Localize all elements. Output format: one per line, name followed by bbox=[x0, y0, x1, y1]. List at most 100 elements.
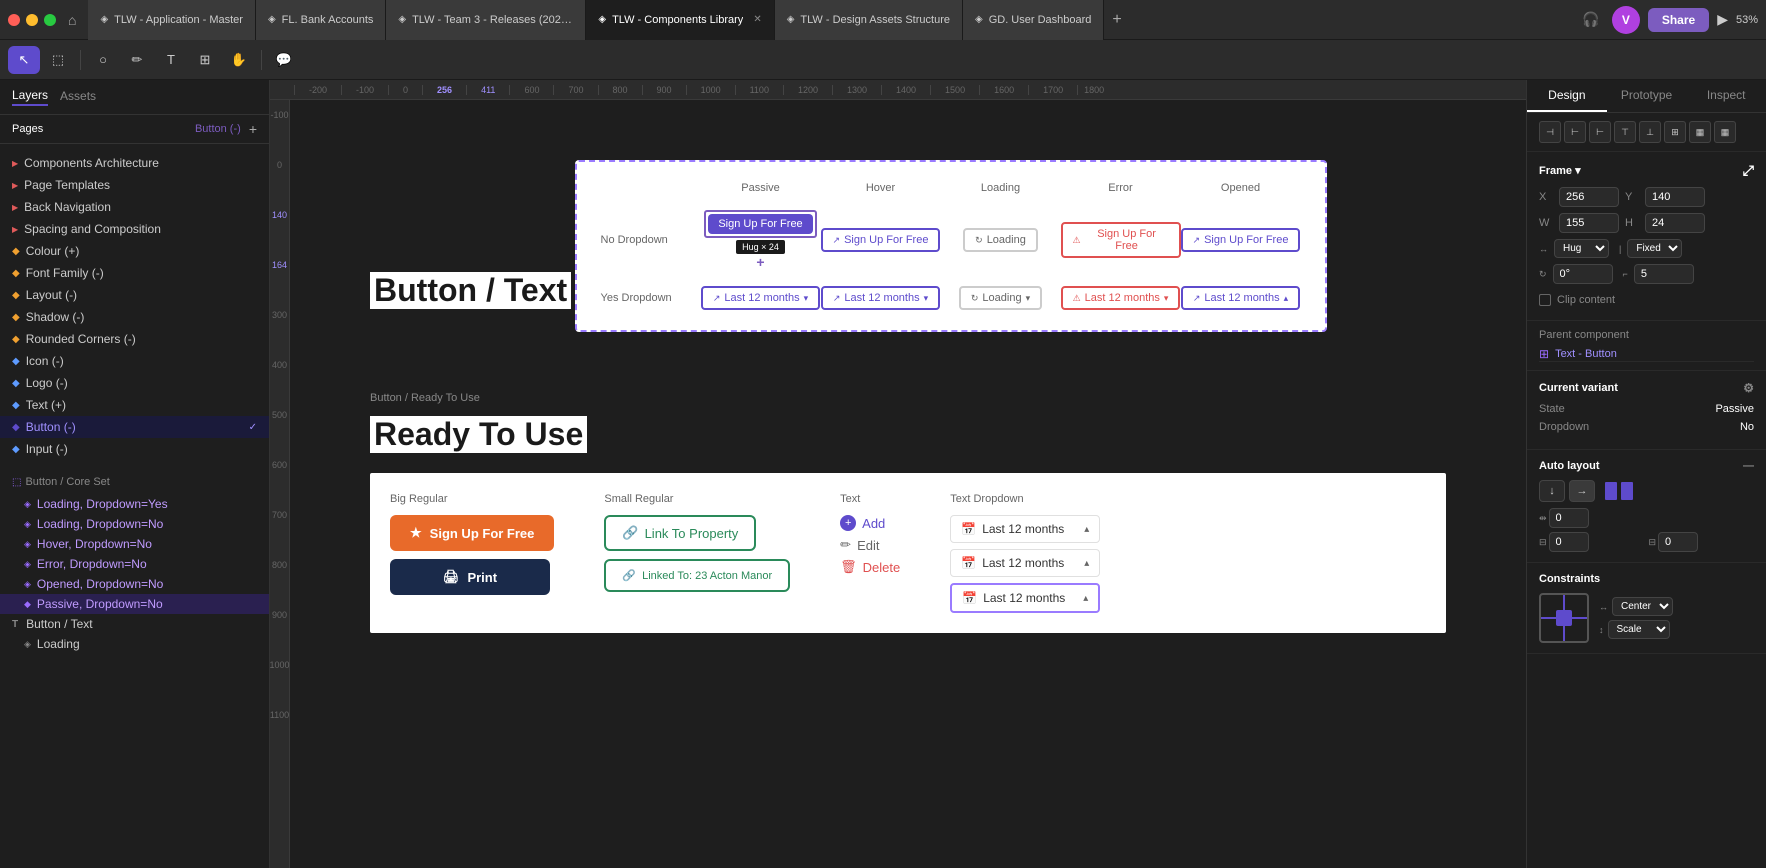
component-tool[interactable]: ⊞ bbox=[189, 46, 221, 74]
page-item-font[interactable]: ◆ Font Family (-) bbox=[0, 262, 269, 284]
corner-input[interactable] bbox=[1634, 264, 1694, 284]
clip-checkbox[interactable] bbox=[1539, 294, 1551, 306]
cell-opened-yes-dropdown[interactable]: ↗ Last 12 months ▴ bbox=[1181, 286, 1301, 310]
al-right-arrow[interactable]: → bbox=[1569, 480, 1595, 502]
page-item-button[interactable]: ◆ Button (-) ✓ bbox=[0, 416, 269, 438]
home-icon[interactable]: ⌂ bbox=[68, 12, 76, 28]
page-item-back-nav[interactable]: ▶ Back Navigation bbox=[0, 196, 269, 218]
shape-tool[interactable]: ○ bbox=[87, 46, 119, 74]
h-constraint-select[interactable]: Center Left Right Scale bbox=[1612, 597, 1673, 616]
opened-button[interactable]: ↗ Sign Up For Free bbox=[1181, 228, 1301, 252]
dropdown-widget-3[interactable]: 📅 Last 12 months ▴ bbox=[950, 583, 1100, 613]
loading-button[interactable]: ↻ Loading bbox=[963, 228, 1038, 252]
frame-tool[interactable]: ⬚ bbox=[42, 46, 74, 74]
comment-tool[interactable]: 💬 bbox=[268, 46, 300, 74]
error-button[interactable]: ⚠ Sign Up For Free bbox=[1061, 222, 1181, 258]
page-item-input[interactable]: ◆ Input (-) bbox=[0, 438, 269, 460]
h-input[interactable] bbox=[1645, 213, 1705, 233]
edit-button[interactable]: ✏ Edit bbox=[840, 537, 879, 553]
align-left-icon[interactable]: ⊣ bbox=[1539, 121, 1561, 143]
design-tab[interactable]: Design bbox=[1527, 80, 1607, 112]
page-item-components-arch[interactable]: ▶ Components Architecture bbox=[0, 152, 269, 174]
user-avatar[interactable]: V bbox=[1612, 6, 1640, 34]
dropdown-opened-button[interactable]: ↗ Last 12 months ▴ bbox=[1181, 286, 1300, 310]
tab-app[interactable]: ◈ TLW - Application - Master bbox=[88, 0, 255, 40]
play-button[interactable]: ▶ bbox=[1717, 11, 1728, 28]
cell-hover-no-dropdown[interactable]: ↗ Sign Up For Free bbox=[821, 228, 941, 252]
minimize-button[interactable] bbox=[26, 14, 38, 26]
al-down-arrow[interactable]: ↓ bbox=[1539, 480, 1565, 502]
cell-loading-yes-dropdown[interactable]: ↻ Loading ▾ bbox=[941, 286, 1061, 310]
gap-input[interactable] bbox=[1549, 508, 1589, 528]
layer-loading[interactable]: ◈ Loading bbox=[0, 634, 269, 654]
dropdown-widget-1[interactable]: 📅 Last 12 months ▴ bbox=[950, 515, 1100, 543]
variant-options-icon[interactable]: ⚙ bbox=[1743, 381, 1754, 395]
page-item-shadow[interactable]: ◆ Shadow (-) bbox=[0, 306, 269, 328]
rotation-input[interactable] bbox=[1553, 264, 1613, 284]
delete-button[interactable]: 🗑 Delete bbox=[840, 559, 900, 575]
text-tool[interactable]: T bbox=[155, 46, 187, 74]
layer-button-text[interactable]: T Button / Text bbox=[0, 614, 269, 634]
cell-opened-no-dropdown[interactable]: ↗ Sign Up For Free bbox=[1181, 228, 1301, 252]
page-item-logo[interactable]: ◆ Logo (-) bbox=[0, 372, 269, 394]
dropdown-passive-button[interactable]: ↗ Last 12 months ▾ bbox=[701, 286, 820, 310]
print-button[interactable]: 🖨 Print bbox=[390, 559, 550, 595]
dropdown-error-button[interactable]: ⚠ Last 12 months ▾ bbox=[1061, 286, 1181, 310]
distribute-v-icon[interactable]: ▦ bbox=[1714, 121, 1736, 143]
align-top-icon[interactable]: ⊤ bbox=[1614, 121, 1636, 143]
align-bottom-icon[interactable]: ⊞ bbox=[1664, 121, 1686, 143]
page-item-colour[interactable]: ◆ Colour (+) bbox=[0, 240, 269, 262]
tab-components[interactable]: ◈ TLW - Components Library ✕ bbox=[586, 0, 774, 40]
v-constraint-select[interactable]: Scale Top Bottom Center bbox=[1608, 620, 1670, 639]
page-item-templates[interactable]: ▶ Page Templates bbox=[0, 174, 269, 196]
tab-team[interactable]: ◈ TLW - Team 3 - Releases (2022-2023) bbox=[386, 0, 586, 40]
page-item-text[interactable]: ◆ Text (+) bbox=[0, 394, 269, 416]
prototype-tab[interactable]: Prototype bbox=[1607, 80, 1687, 112]
link-property-button[interactable]: 🔗 Link To Property bbox=[604, 515, 756, 551]
page-item-rounded[interactable]: ◆ Rounded Corners (-) bbox=[0, 328, 269, 350]
layer-error-no[interactable]: ◈ Error, Dropdown=No bbox=[0, 554, 269, 574]
cell-loading-no-dropdown[interactable]: ↻ Loading bbox=[941, 228, 1061, 252]
x-input[interactable] bbox=[1559, 187, 1619, 207]
pen-tool[interactable]: ✏ bbox=[121, 46, 153, 74]
cell-hover-yes-dropdown[interactable]: ↗ Last 12 months ▾ bbox=[821, 286, 941, 310]
new-tab-button[interactable]: + bbox=[1104, 11, 1129, 29]
signup-passive-button[interactable]: Sign Up For Free bbox=[708, 214, 812, 234]
linked-button[interactable]: 🔗 Linked To: 23 Acton Manor bbox=[604, 559, 790, 592]
close-button[interactable] bbox=[8, 14, 20, 26]
layer-passive-no[interactable]: ◆ Passive, Dropdown=No bbox=[0, 594, 269, 614]
layers-tab[interactable]: Layers bbox=[12, 88, 48, 106]
dropdown-loading-button[interactable]: ↻ Loading ▾ bbox=[959, 286, 1042, 310]
hand-tool[interactable]: ✋ bbox=[223, 46, 255, 74]
signup-orange-button[interactable]: ★ Sign Up For Free bbox=[390, 515, 554, 551]
align-center-h-icon[interactable]: ⊢ bbox=[1564, 121, 1586, 143]
hug-select[interactable]: Hug Fixed Fill bbox=[1554, 239, 1609, 258]
page-item-icon[interactable]: ◆ Icon (-) bbox=[0, 350, 269, 372]
al-minus-icon[interactable]: — bbox=[1743, 460, 1754, 472]
share-button[interactable]: Share bbox=[1648, 8, 1709, 32]
move-tool[interactable]: ↖ bbox=[8, 46, 40, 74]
cell-error-yes-dropdown[interactable]: ⚠ Last 12 months ▾ bbox=[1061, 286, 1181, 310]
tab-design-assets[interactable]: ◈ TLW - Design Assets Structure bbox=[775, 0, 963, 40]
layer-opened-no[interactable]: ◈ Opened, Dropdown=No bbox=[0, 574, 269, 594]
pad-right-input[interactable] bbox=[1658, 532, 1698, 552]
distribute-h-icon[interactable]: ▦ bbox=[1689, 121, 1711, 143]
layer-loading-no[interactable]: ◈ Loading, Dropdown=No bbox=[0, 514, 269, 534]
add-button[interactable]: + Add bbox=[840, 515, 885, 531]
page-item-spacing[interactable]: ▶ Spacing and Composition bbox=[0, 218, 269, 240]
fixed-select[interactable]: Fixed Hug Fill bbox=[1627, 239, 1682, 258]
align-right-icon[interactable]: ⊢ bbox=[1589, 121, 1611, 143]
dropdown-widget-2[interactable]: 📅 Last 12 months ▴ bbox=[950, 549, 1100, 577]
cell-passive-yes-dropdown[interactable]: ↗ Last 12 months ▾ bbox=[701, 286, 821, 310]
cell-passive-no-dropdown[interactable]: Sign Up For Free Hug × 24 + bbox=[701, 210, 821, 270]
page-item-layout[interactable]: ◆ Layout (-) bbox=[0, 284, 269, 306]
layer-loading-yes[interactable]: ◈ Loading, Dropdown=Yes bbox=[0, 494, 269, 514]
cell-error-no-dropdown[interactable]: ⚠ Sign Up For Free bbox=[1061, 222, 1181, 258]
parent-comp-label[interactable]: Text - Button bbox=[1555, 348, 1617, 360]
headphones-icon[interactable]: 🎧 bbox=[1578, 7, 1603, 32]
dropdown-hover-button[interactable]: ↗ Last 12 months ▾ bbox=[821, 286, 940, 310]
expand-icon[interactable]: ⤢ bbox=[1743, 162, 1754, 179]
signup-hover-button[interactable]: ↗ Sign Up For Free bbox=[821, 228, 941, 252]
inspect-tab[interactable]: Inspect bbox=[1686, 80, 1766, 112]
add-page-icon[interactable]: + bbox=[249, 121, 257, 137]
